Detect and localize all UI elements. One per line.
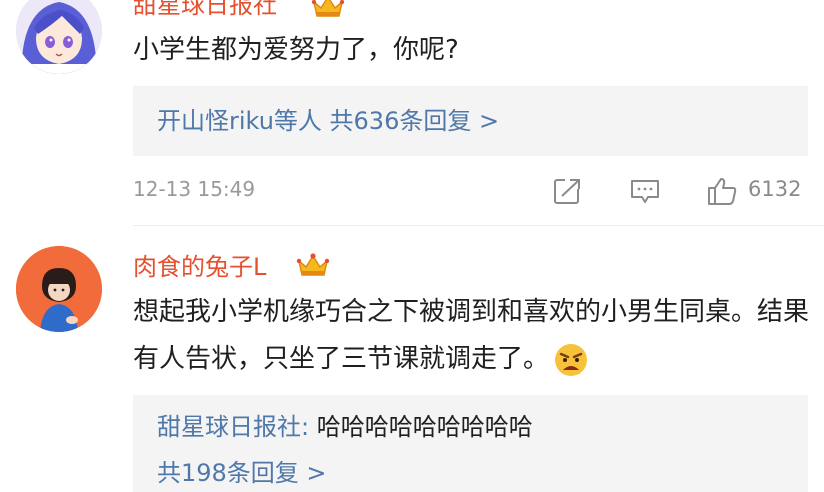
reply-count-link[interactable]: 共198条回复 > [157, 456, 327, 490]
like-count: 6132 [748, 177, 802, 201]
reply-author[interactable]: 甜星球日报社: [157, 413, 309, 441]
reply-box[interactable]: 甜星球日报社: 哈哈哈哈哈哈哈哈哈 共198条回复 > [133, 395, 808, 492]
comment-text-body: 想起我小学机缘巧合之下被调到和喜欢的小男生同桌。结果有人告状，只坐了三节课就调走… [133, 297, 810, 374]
timestamp: 12-13 15:49 [133, 177, 256, 201]
reply-text: 哈哈哈哈哈哈哈哈哈 [316, 413, 533, 441]
reply-line: 甜星球日报社: 哈哈哈哈哈哈哈哈哈 [157, 410, 533, 444]
divider [133, 225, 824, 226]
comment-list: 甜星球日报社 小学生都为爱努力了，你呢? 开山怪riku等人 共636条回复 >… [0, 0, 824, 492]
crown-badge-icon [311, 0, 345, 17]
avatar[interactable] [16, 246, 102, 332]
crown-badge-icon [296, 253, 330, 276]
reply-summary-link[interactable]: 开山怪riku等人 共636条回复 > [157, 104, 499, 138]
like-icon[interactable] [706, 175, 738, 207]
comment-text: 想起我小学机缘巧合之下被调到和喜欢的小男生同桌。结果有人告状，只坐了三节课就调走… [133, 289, 813, 383]
angry-emoji-icon [555, 343, 588, 376]
comment-icon[interactable] [629, 175, 661, 207]
avatar[interactable] [16, 0, 102, 74]
username[interactable]: 肉食的兔子L [133, 252, 266, 282]
username[interactable]: 甜星球日报社 [133, 0, 277, 20]
comment-meta-row: 12-13 15:49 6132 [0, 165, 824, 217]
reply-box[interactable]: 开山怪riku等人 共636条回复 > [133, 86, 808, 156]
comment-text: 小学生都为爱努力了，你呢? [133, 35, 459, 65]
share-icon[interactable] [551, 175, 583, 207]
